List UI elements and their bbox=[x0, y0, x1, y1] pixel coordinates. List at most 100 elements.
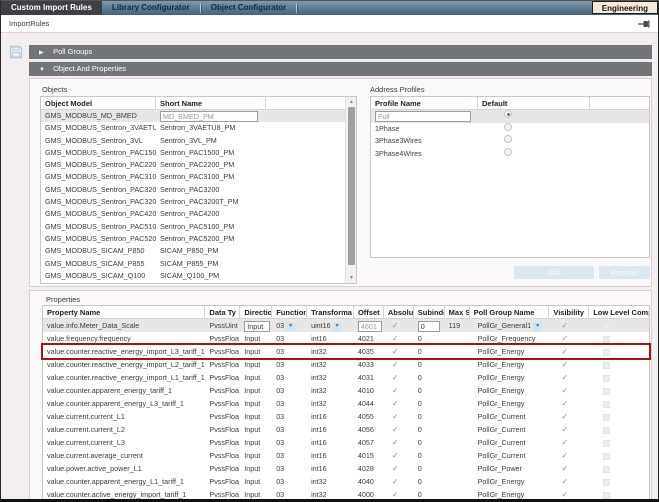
profiles-table-row[interactable]: 1Phase bbox=[371, 123, 649, 136]
objects-table-row[interactable]: GMS_MODBUS_Sentron_PAC2200Sentron_PAC220… bbox=[41, 159, 356, 171]
absolute-checkmark-icon[interactable]: ✓ bbox=[392, 438, 399, 447]
engineering-button[interactable]: Engineering bbox=[592, 1, 658, 14]
low-level-checkbox[interactable] bbox=[603, 375, 610, 382]
profiles-table-row[interactable]: Full bbox=[371, 110, 649, 123]
remove-button[interactable]: Remove bbox=[599, 266, 650, 279]
objects-table-row[interactable]: GMS_MODBUS_Sentron_PAC1500Sentron_PAC150… bbox=[41, 147, 356, 159]
properties-table-row[interactable]: value.frequency.frequencyPvssFloaInput03… bbox=[43, 332, 649, 345]
low-level-checkbox[interactable] bbox=[603, 453, 610, 460]
default-radio[interactable] bbox=[504, 123, 512, 131]
profiles-table-row[interactable]: 3Phase4Wires bbox=[371, 148, 649, 161]
tab-library-configurator[interactable]: Library Configurator bbox=[102, 1, 200, 15]
absolute-checkmark-icon[interactable]: ✓ bbox=[392, 451, 399, 460]
default-radio[interactable] bbox=[504, 148, 512, 156]
absolute-checkmark-icon[interactable]: ✓ bbox=[392, 386, 399, 395]
objects-table-row[interactable]: GMS_MODBUS_Sentron_PAC4200Sentron_PAC420… bbox=[41, 208, 356, 220]
visibility-checkmark-icon[interactable]: ✓ bbox=[561, 347, 568, 356]
scroll-up-icon[interactable]: ▲ bbox=[348, 99, 355, 105]
visibility-checkmark-icon[interactable]: ✓ bbox=[561, 412, 568, 421]
column-header-property-name[interactable]: Property Name bbox=[43, 306, 205, 318]
properties-table-row[interactable]: value.counter.apparent_energy_tariff_1Pv… bbox=[43, 384, 649, 397]
absolute-checkmark-icon[interactable]: ✓ bbox=[392, 399, 399, 408]
objects-table-row[interactable]: GMS_MODBUS_MD_BMEDMD_BMED_PM bbox=[41, 110, 356, 122]
properties-table-row[interactable]: value.counter.active_energy_import_tarif… bbox=[43, 488, 649, 501]
objects-table-row[interactable]: GMS_MODBUS_Sentron_PAC5100Sentron_PAC510… bbox=[41, 221, 356, 233]
visibility-checkmark-icon[interactable]: ✓ bbox=[561, 490, 568, 499]
objects-table-row[interactable]: GMS_MODBUS_Sentron_PAC5200Sentron_PAC520… bbox=[41, 233, 356, 245]
visibility-checkmark-icon[interactable]: ✓ bbox=[561, 373, 568, 382]
direction-input[interactable]: Input bbox=[244, 321, 270, 332]
objects-table-row[interactable]: GMS_MODBUS_Sentron_PAC3200TSentron_PAC32… bbox=[41, 196, 356, 208]
visibility-checkmark-icon[interactable]: ✓ bbox=[561, 386, 568, 395]
absolute-checkmark-icon[interactable]: ✓ bbox=[392, 425, 399, 434]
objects-table-row[interactable]: GMS_MODBUS_Sentron_3VAETU8Sentron_3VAETU… bbox=[41, 122, 356, 134]
scrollbar-thumb[interactable] bbox=[348, 107, 355, 265]
properties-table-row[interactable]: value.power.active_power_L1PvssFloaInput… bbox=[43, 462, 649, 475]
visibility-checkmark-icon[interactable]: ✓ bbox=[561, 438, 568, 447]
low-level-checkbox[interactable] bbox=[603, 414, 610, 421]
absolute-checkmark-icon[interactable]: ✓ bbox=[392, 477, 399, 486]
default-radio[interactable] bbox=[504, 135, 512, 143]
subindex-input[interactable]: 0 bbox=[418, 321, 440, 332]
column-header-visibility[interactable]: Visibility bbox=[549, 306, 589, 318]
column-header-absolu[interactable]: Absolu bbox=[384, 306, 414, 318]
objects-table-row[interactable]: GMS_MODBUS_Sentron_PAC3100Sentron_PAC310… bbox=[41, 171, 356, 183]
visibility-checkmark-icon[interactable]: ✓ bbox=[561, 334, 568, 343]
default-radio[interactable] bbox=[504, 110, 512, 118]
low-level-checkbox[interactable] bbox=[603, 388, 610, 395]
column-header-blank[interactable] bbox=[266, 97, 347, 109]
absolute-checkmark-icon[interactable]: ✓ bbox=[392, 360, 399, 369]
low-level-checkbox[interactable] bbox=[603, 479, 610, 486]
low-level-checkbox[interactable] bbox=[603, 323, 610, 330]
column-header-blank[interactable] bbox=[590, 97, 649, 109]
poll-group-dropdown-icon[interactable]: ▾ bbox=[533, 322, 542, 331]
objects-table-row[interactable]: GMS_MODBUS_Sentron_3VLSentron_3VL_PM bbox=[41, 135, 356, 147]
column-header-subinde[interactable]: Subinde bbox=[414, 306, 445, 318]
short-name-input[interactable]: MD_BMED_PM bbox=[160, 111, 258, 122]
column-header-offset[interactable]: Offset bbox=[354, 306, 384, 318]
visibility-checkmark-icon[interactable]: ✓ bbox=[561, 321, 568, 330]
column-header-function[interactable]: Function bbox=[272, 306, 307, 318]
column-header-transforma[interactable]: Transforma bbox=[307, 306, 354, 318]
low-level-checkbox[interactable] bbox=[603, 362, 610, 369]
column-header-max-s[interactable]: Max S bbox=[445, 306, 470, 318]
visibility-checkmark-icon[interactable]: ✓ bbox=[561, 425, 568, 434]
visibility-checkmark-icon[interactable]: ✓ bbox=[561, 360, 568, 369]
profile-name-input[interactable]: Full bbox=[375, 111, 471, 122]
object-and-properties-header[interactable]: ▼ Object And Properties bbox=[29, 62, 652, 76]
column-header-short-name[interactable]: Short Name bbox=[156, 97, 266, 109]
low-level-checkbox[interactable] bbox=[603, 440, 610, 447]
profiles-table-row[interactable]: 3Phase3Wires bbox=[371, 135, 649, 148]
transform-dropdown-icon[interactable]: ▾ bbox=[333, 322, 342, 331]
low-level-checkbox[interactable] bbox=[603, 401, 610, 408]
subtab-importrules[interactable]: ImportRules bbox=[9, 19, 49, 28]
column-header-profile-name[interactable]: Profile Name bbox=[371, 97, 478, 109]
low-level-checkbox[interactable] bbox=[603, 466, 610, 473]
properties-table-row[interactable]: value.info.Meter_Data_ScalePvssUintInput… bbox=[43, 319, 649, 332]
visibility-checkmark-icon[interactable]: ✓ bbox=[561, 477, 568, 486]
objects-table-row[interactable]: GMS_MODBUS_Sentron_PAC3200Sentron_PAC320… bbox=[41, 184, 356, 196]
column-header-low-level-comp[interactable]: Low Level Comp bbox=[589, 306, 649, 318]
tab-object-configurator[interactable]: Object Configurator bbox=[201, 1, 297, 15]
column-header-data-ty[interactable]: Data Ty bbox=[205, 306, 240, 318]
low-level-checkbox[interactable] bbox=[603, 492, 610, 499]
poll-groups-header[interactable]: ▶ Poll Groups bbox=[29, 45, 652, 59]
properties-table-row-highlighted[interactable]: value.counter.reactive_energy_import_L3_… bbox=[43, 345, 649, 358]
absolute-checkmark-icon[interactable]: ✓ bbox=[392, 334, 399, 343]
properties-table-row[interactable]: value.counter.apparent_energy_L1_tariff_… bbox=[43, 475, 649, 488]
low-level-checkbox[interactable] bbox=[603, 349, 610, 356]
properties-table-row[interactable]: value.current.current_L3PvssFloaInput03i… bbox=[43, 436, 649, 449]
add-button[interactable]: Add bbox=[514, 266, 594, 279]
absolute-checkmark-icon[interactable]: ✓ bbox=[392, 490, 399, 499]
objects-table-row[interactable]: GMS_MODBUS_SICAM_P855SICAM_P855_PM bbox=[41, 258, 356, 270]
properties-table-row[interactable]: value.current.current_L1PvssFloaInput03i… bbox=[43, 410, 649, 423]
column-header-directio[interactable]: Directio bbox=[240, 306, 272, 318]
low-level-checkbox[interactable] bbox=[603, 336, 610, 343]
absolute-checkmark-icon[interactable]: ✓ bbox=[392, 347, 399, 356]
properties-table-row[interactable]: value.counter.reactive_energy_import_L1_… bbox=[43, 371, 649, 384]
visibility-checkmark-icon[interactable]: ✓ bbox=[561, 451, 568, 460]
properties-table-row[interactable]: value.current.current_L2PvssFloaInput03i… bbox=[43, 423, 649, 436]
objects-table-row[interactable]: GMS_MODBUS_SICAM_P850SICAM_P850_PM bbox=[41, 245, 356, 257]
column-header-object-model[interactable]: Object Model bbox=[41, 97, 156, 109]
scroll-down-icon[interactable]: ▼ bbox=[348, 275, 355, 281]
